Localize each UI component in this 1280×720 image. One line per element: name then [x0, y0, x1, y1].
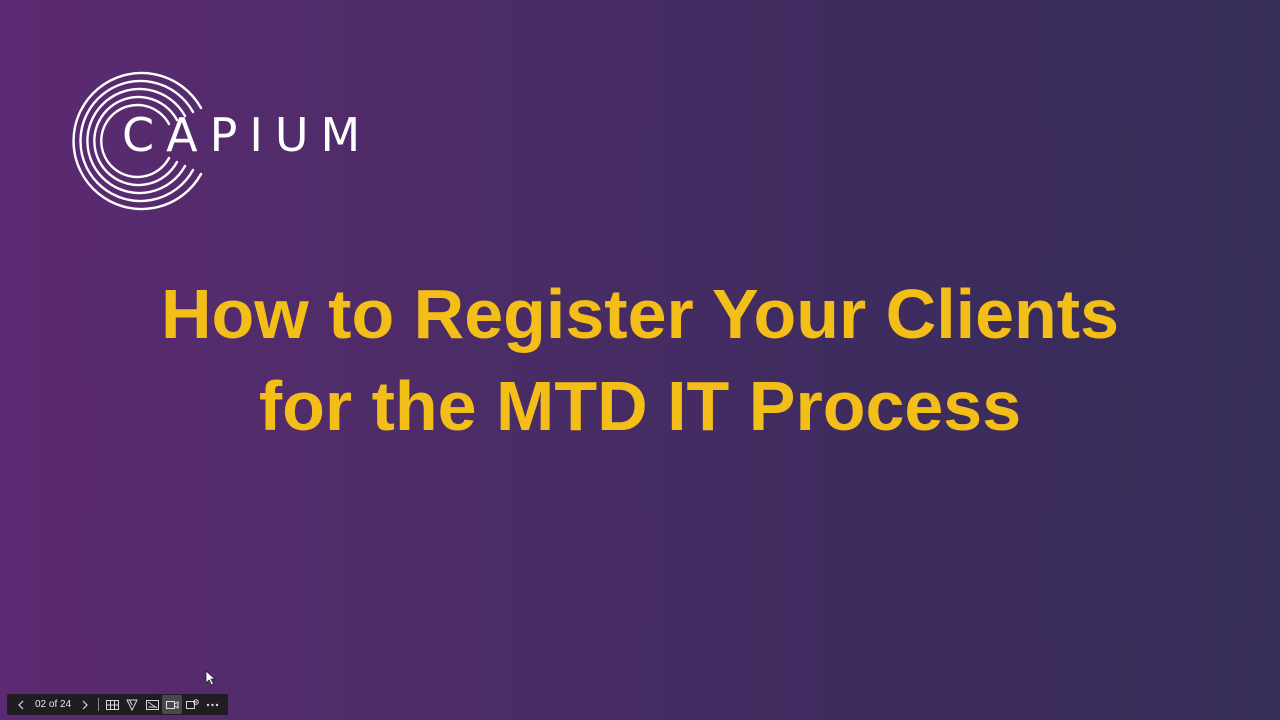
- pen-tool-button[interactable]: [122, 695, 142, 714]
- more-icon: [206, 703, 218, 706]
- camera-icon: [165, 700, 179, 709]
- live-captions-button[interactable]: [182, 695, 202, 714]
- grid-icon: [105, 699, 119, 710]
- chevron-right-icon: [82, 700, 89, 709]
- more-options-button[interactable]: [202, 695, 222, 714]
- slide-title: How to Register Your Clients for the MTD…: [0, 268, 1280, 452]
- mouse-cursor-icon: [205, 670, 217, 686]
- capium-wordmark: CAPIUM: [122, 108, 373, 162]
- presentation-slide: CAPIUM How to Register Your Clients for …: [0, 0, 1280, 720]
- previous-slide-button[interactable]: [11, 695, 31, 714]
- slide-counter: 02 of 24: [35, 699, 72, 710]
- camera-button[interactable]: [162, 695, 183, 714]
- live-icon: [185, 698, 199, 709]
- see-all-slides-button[interactable]: [102, 695, 122, 714]
- subtitles-icon: [145, 699, 159, 710]
- slide-title-line-1: How to Register Your Clients: [160, 275, 1120, 353]
- next-slide-button[interactable]: [75, 695, 95, 714]
- pen-icon: [126, 699, 138, 711]
- presentation-toolbar: 02 of 24: [7, 694, 228, 715]
- toolbar-divider: [98, 698, 100, 711]
- chevron-left-icon: [18, 700, 24, 709]
- subtitles-button[interactable]: [142, 695, 162, 714]
- slide-title-line-2: for the MTD IT Process: [258, 367, 1022, 445]
